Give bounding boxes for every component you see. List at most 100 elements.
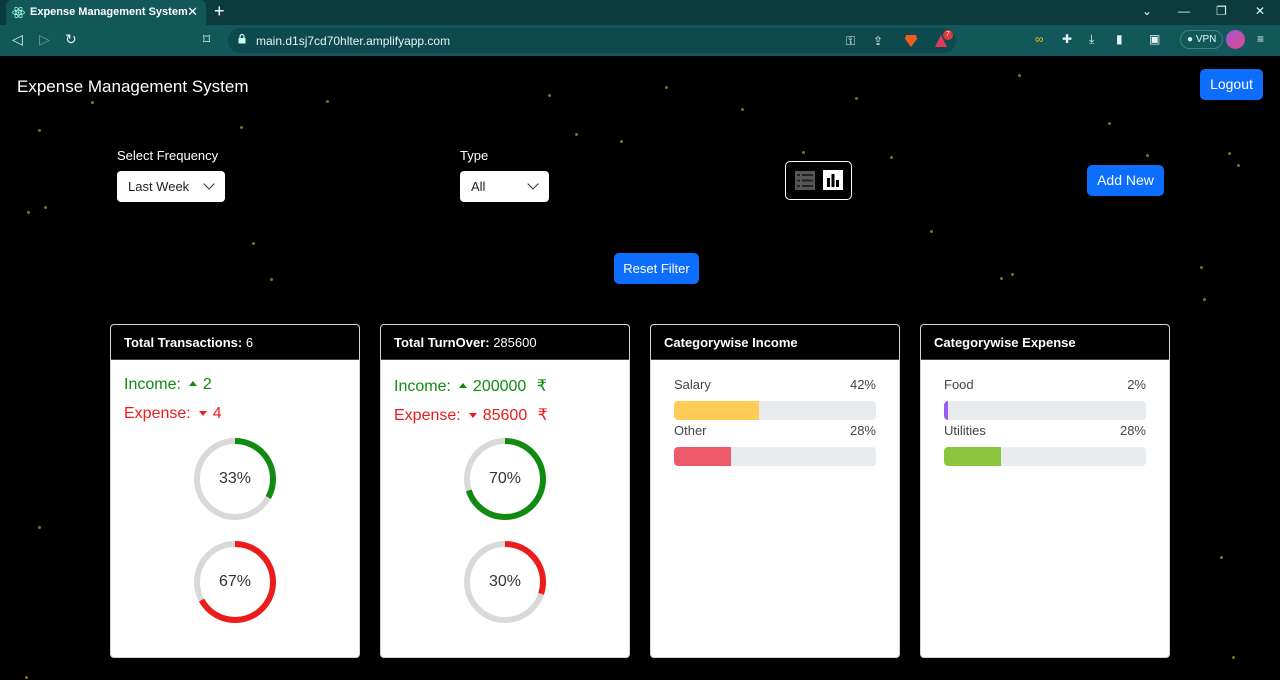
- type-select[interactable]: All: [460, 171, 549, 202]
- share-icon[interactable]: ⇪: [873, 34, 883, 48]
- address-bar[interactable]: main.d1sj7cd70hlter.amplifyapp.com ⚿ ⇪ 7: [228, 28, 956, 53]
- tab-close-icon[interactable]: ✕: [187, 4, 198, 20]
- star-dot: [802, 151, 805, 154]
- vpn-button[interactable]: ● VPN: [1180, 30, 1224, 49]
- add-new-button[interactable]: Add New: [1087, 165, 1164, 196]
- wallet-icon[interactable]: ▣: [1149, 32, 1160, 46]
- minimize-icon[interactable]: —: [1178, 4, 1190, 18]
- category-name: Food: [944, 377, 974, 392]
- card-header: Total Transactions: 6: [111, 325, 359, 360]
- app-title: Expense Management System: [17, 77, 249, 96]
- card-title: Categorywise Income: [664, 335, 798, 350]
- income-percent: 70%: [488, 470, 522, 487]
- expense-progress-ring: 67%: [194, 541, 276, 623]
- rupee-icon: ₹: [537, 407, 548, 424]
- card-header: Total TurnOver: 285600: [381, 325, 629, 360]
- reload-icon[interactable]: ↻: [65, 31, 77, 48]
- category-name: Other: [674, 423, 707, 438]
- download-icon[interactable]: ⤓: [1089, 32, 1094, 47]
- progress-fill: [944, 401, 949, 420]
- key-icon[interactable]: ⚿: [846, 34, 855, 49]
- reset-filter-button[interactable]: Reset Filter: [614, 253, 699, 284]
- star-dot: [38, 526, 41, 529]
- card-header: Categorywise Expense: [921, 325, 1169, 360]
- income-progress-ring: 70%: [464, 438, 546, 520]
- lock-icon: [238, 34, 246, 44]
- caret-up-icon: [458, 383, 467, 388]
- turnover-card: Total TurnOver: 285600 Income: 200000 ₹ E…: [380, 324, 630, 658]
- star-dot: [930, 230, 933, 233]
- back-icon[interactable]: ◁: [12, 31, 23, 48]
- category-percent: 28%: [1119, 423, 1146, 438]
- bookmark-icon[interactable]: ⌑: [203, 31, 210, 48]
- brave-shield-icon[interactable]: [904, 33, 918, 48]
- rupee-icon: ₹: [536, 378, 547, 395]
- logout-button[interactable]: Logout: [1200, 69, 1263, 100]
- expense-amount: Expense: 85600 ₹: [394, 407, 548, 424]
- progress-track: [674, 401, 876, 420]
- sidebar-icon[interactable]: ▮: [1116, 32, 1123, 46]
- maximize-icon[interactable]: ❐: [1216, 4, 1227, 18]
- card-title: Categorywise Expense: [934, 335, 1076, 350]
- category-name: Salary: [674, 377, 711, 392]
- react-icon: [12, 6, 25, 19]
- close-window-icon[interactable]: ✕: [1255, 4, 1265, 18]
- chart-view-icon[interactable]: [823, 170, 843, 190]
- star-dot: [1237, 164, 1240, 167]
- star-dot: [548, 94, 551, 97]
- expense-count: Expense: 4: [124, 405, 222, 422]
- card-title: Total Transactions:: [124, 335, 243, 350]
- extension-infinity-icon[interactable]: ∞: [1035, 32, 1044, 46]
- type-label: Type: [460, 148, 489, 163]
- progress-track: [674, 447, 876, 466]
- star-dot: [1000, 277, 1003, 280]
- caret-down-icon: [468, 413, 477, 418]
- star-dot: [326, 100, 329, 103]
- expense-percent: 67%: [218, 573, 252, 590]
- star-dot: [1146, 154, 1149, 157]
- progress-fill: [944, 447, 1001, 466]
- app-page: Expense Management System Logout Select …: [0, 56, 1280, 680]
- income-count: Income: 2: [124, 376, 212, 393]
- star-dot: [855, 97, 858, 100]
- category-percent: 42%: [849, 377, 876, 392]
- expense-progress-ring: 30%: [464, 541, 546, 623]
- caret-up-icon: [188, 381, 197, 386]
- profile-avatar[interactable]: [1226, 30, 1245, 49]
- category-percent: 28%: [849, 423, 876, 438]
- tab-search-icon[interactable]: ⌄: [1142, 4, 1152, 18]
- card-header: Categorywise Income: [651, 325, 899, 360]
- star-dot: [270, 278, 273, 281]
- url-text: main.d1sj7cd70hlter.amplifyapp.com: [256, 34, 451, 48]
- extensions-icon[interactable]: ✚: [1062, 32, 1072, 46]
- star-dot: [1232, 656, 1235, 659]
- star-dot: [1018, 74, 1021, 77]
- income-percent: 33%: [218, 470, 252, 487]
- star-dot: [44, 206, 47, 209]
- caret-down-icon: [198, 411, 207, 416]
- chevron-down-icon: [203, 178, 215, 190]
- expense-percent: 30%: [488, 573, 522, 590]
- menu-icon[interactable]: ≡: [1257, 32, 1264, 46]
- progress-fill: [674, 447, 731, 466]
- expense-category-card: Categorywise Expense Food 2% Utilities 2…: [920, 324, 1170, 658]
- star-dot: [27, 211, 30, 214]
- type-value: All: [471, 179, 486, 194]
- progress-fill: [674, 401, 759, 420]
- transactions-card: Total Transactions: 6 Income: 2 Expense: 4…: [110, 324, 360, 658]
- list-view-icon[interactable]: [795, 171, 815, 190]
- star-dot: [91, 101, 94, 104]
- income-category-card: Categorywise Income Salary 42% Other 28%: [650, 324, 900, 658]
- browser-tab[interactable]: Expense Management System ✕: [6, 0, 206, 25]
- star-dot: [240, 126, 243, 129]
- card-title: Total TurnOver:: [394, 335, 490, 350]
- new-tab-button[interactable]: +: [214, 1, 225, 22]
- browser-toolbar: ◁ ▷ ↻ ⌑ main.d1sj7cd70hlter.amplifyapp.c…: [0, 25, 1280, 56]
- star-dot: [25, 676, 28, 679]
- star-dot: [741, 108, 744, 111]
- star-dot: [1203, 298, 1206, 301]
- forward-icon[interactable]: ▷: [39, 31, 50, 48]
- browser-tab-bar: Expense Management System ✕ + ⌄ — ❐ ✕: [0, 0, 1280, 25]
- frequency-select[interactable]: Last Week: [117, 171, 225, 202]
- frequency-label: Select Frequency: [117, 148, 219, 163]
